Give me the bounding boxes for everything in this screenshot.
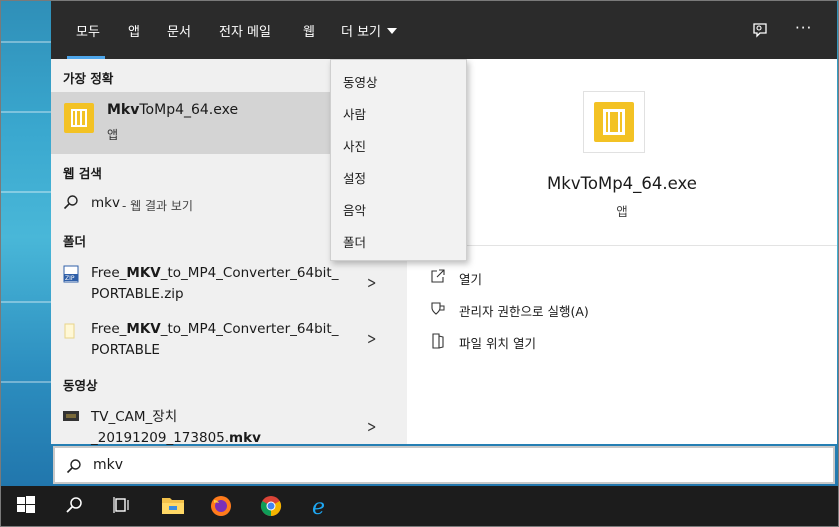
wallpaper-wave — [1, 301, 53, 303]
open-file-location-label: 파일 위치 열기 — [459, 336, 536, 351]
folder-1-line2: PORTABLE.zip — [91, 286, 184, 302]
chevron-right-icon[interactable]: > — [367, 329, 376, 348]
chevron-right-icon[interactable]: > — [367, 417, 376, 436]
video-line1: TV_CAM_장치 — [91, 409, 178, 425]
dropdown-item-photos[interactable]: 사진 — [343, 136, 366, 155]
chevron-right-icon[interactable]: > — [367, 273, 376, 292]
folder-1-line1: Free_MKV_to_MP4_Converter_64bit_ — [91, 263, 338, 284]
search-icon — [63, 194, 79, 214]
best-match-name: MkvToMp4_64.exe — [107, 102, 238, 118]
run-as-admin-label: 관리자 권한으로 실행(A) — [459, 304, 589, 319]
folder-1-post: _to_MP4_Converter_64bit_ — [160, 265, 339, 281]
task-view-icon[interactable] — [111, 494, 135, 518]
wallpaper-wave — [1, 41, 53, 43]
folder-2-line2: PORTABLE — [91, 342, 160, 358]
svg-text:ZIP: ZIP — [65, 275, 75, 282]
search-box[interactable]: mkv — [53, 446, 835, 484]
tab-apps[interactable]: 앱 — [128, 21, 140, 40]
more-options-icon[interactable]: ··· — [795, 19, 812, 37]
video-icon — [63, 410, 79, 425]
tab-web[interactable]: 웹 — [303, 21, 315, 40]
best-match-name-bold: Mkv — [107, 102, 140, 118]
list-item[interactable]: Free_MKV_to_MP4_Converter_64bit_ PORTABL… — [51, 315, 393, 365]
preview-divider — [407, 245, 837, 246]
preview-title: MkvToMp4_64.exe — [547, 174, 697, 193]
open-label: 열기 — [459, 272, 483, 287]
video-line2-pre: _20191209_173805. — [91, 430, 230, 446]
desktop: 모두 앱 문서 전자 메일 웹 더 보기 ··· 가장 정확 MkvToMp4_… — [0, 0, 839, 527]
wallpaper-wave — [1, 381, 53, 383]
edge-icon[interactable]: e — [309, 494, 333, 520]
file-location-icon — [431, 333, 445, 349]
web-suffix: - 웹 결과 보기 — [122, 199, 193, 213]
tab-more[interactable]: 더 보기 — [341, 21, 398, 40]
section-videos: 동영상 — [63, 378, 98, 393]
file-icon — [64, 323, 76, 343]
video-line2-bold: mkv — [229, 430, 261, 446]
tab-email[interactable]: 전자 메일 — [219, 21, 271, 40]
folder-2-pre: Free_ — [91, 321, 127, 337]
tab-all[interactable]: 모두 — [76, 21, 100, 40]
search-icon — [66, 458, 82, 478]
search-filter-bar: 모두 앱 문서 전자 메일 웹 더 보기 ··· — [51, 1, 837, 59]
dropdown-item-music[interactable]: 음악 — [343, 200, 366, 219]
dropdown-item-folders[interactable]: 폴더 — [343, 232, 366, 251]
folder-2-line1: Free_MKV_to_MP4_Converter_64bit_ — [91, 319, 338, 340]
folder-1-bold: MKV — [126, 265, 161, 281]
search-input[interactable]: mkv — [93, 457, 123, 473]
wallpaper-wave — [1, 111, 53, 113]
web-query: mkv — [91, 195, 120, 211]
start-icon[interactable] — [15, 494, 39, 518]
app-icon — [64, 103, 94, 133]
folder-2-bold: MKV — [126, 321, 161, 337]
section-best-match: 가장 정확 — [63, 71, 114, 86]
list-item[interactable]: TV_CAM_장치 _20191209_173805.mkv > — [51, 403, 393, 447]
list-item[interactable]: ZIP Free_MKV_to_MP4_Converter_64bit_ POR… — [51, 259, 393, 309]
folder-2-post: _to_MP4_Converter_64bit_ — [160, 321, 339, 337]
tab-documents[interactable]: 문서 — [167, 21, 191, 40]
preview-subtitle: 앱 — [616, 204, 628, 219]
svg-text:e: e — [312, 495, 325, 518]
preview-pane: MkvToMp4_64.exe 앱 열기 관리자 권한으로 실행(A) 파일 위 — [407, 59, 837, 444]
zip-icon: ZIP — [63, 265, 79, 287]
tab-more-label: 더 보기 — [341, 25, 382, 40]
firefox-icon[interactable] — [209, 494, 233, 518]
search-icon[interactable] — [63, 494, 87, 518]
preview-app-icon — [583, 91, 645, 153]
search-panel: 모두 앱 문서 전자 메일 웹 더 보기 ··· 가장 정확 MkvToMp4_… — [51, 1, 837, 447]
open-icon — [431, 269, 445, 283]
best-match-type: 앱 — [107, 128, 119, 142]
shield-icon — [431, 301, 445, 315]
feedback-icon[interactable] — [751, 21, 769, 43]
caret-down-icon — [387, 28, 398, 34]
taskbar: e — [1, 486, 838, 526]
wallpaper-wave — [1, 191, 53, 193]
chrome-icon[interactable] — [259, 494, 283, 518]
best-match-name-rest: ToMp4_64.exe — [139, 102, 239, 118]
folder-1-pre: Free_ — [91, 265, 127, 281]
section-web-search: 웹 검색 — [63, 166, 102, 181]
file-explorer-icon[interactable] — [161, 494, 185, 518]
dropdown-item-settings[interactable]: 설정 — [343, 168, 366, 187]
more-filters-dropdown: 동영상 사람 사진 설정 음악 폴더 — [330, 59, 467, 261]
dropdown-item-videos[interactable]: 동영상 — [343, 72, 378, 91]
section-folders: 폴더 — [63, 234, 87, 249]
dropdown-item-people[interactable]: 사람 — [343, 104, 366, 123]
